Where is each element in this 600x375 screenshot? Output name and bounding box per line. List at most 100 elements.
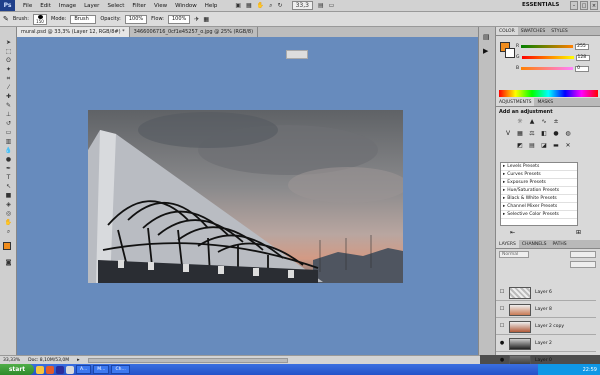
- rotate-view-icon[interactable]: ↻: [278, 2, 283, 9]
- history-panel-icon[interactable]: ▤: [483, 33, 490, 41]
- start-button[interactable]: start: [0, 364, 34, 375]
- tab-channels[interactable]: CHANNELS: [519, 240, 550, 248]
- brush-tool-icon[interactable]: ✎: [3, 15, 9, 23]
- taskbar-button[interactable]: A...: [76, 365, 92, 374]
- pen-tool-icon[interactable]: ✒: [3, 165, 14, 173]
- menu-help[interactable]: Help: [201, 3, 222, 9]
- menu-filter[interactable]: Filter: [128, 3, 150, 9]
- bridge-icon[interactable]: ▣: [235, 2, 241, 9]
- layer-row[interactable]: ☐ Layer 8: [496, 302, 596, 318]
- green-slider[interactable]: [521, 56, 574, 59]
- brush-panel-icon[interactable]: ▦: [203, 16, 209, 23]
- green-value-field[interactable]: 128: [575, 54, 590, 61]
- vibrance-icon[interactable]: V: [504, 130, 512, 138]
- canvas-area[interactable]: [17, 37, 478, 355]
- black-white-icon[interactable]: ◧: [540, 130, 548, 138]
- quick-launch-photoshop-icon[interactable]: [56, 365, 64, 374]
- menu-view[interactable]: View: [150, 3, 171, 9]
- 3d-orbit-tool-icon[interactable]: ◎: [3, 210, 14, 218]
- invert-icon[interactable]: ◩: [516, 142, 524, 150]
- menu-file[interactable]: File: [19, 3, 36, 9]
- menu-image[interactable]: Image: [55, 3, 80, 9]
- posterize-icon[interactable]: ▤: [528, 142, 536, 150]
- eyedropper-tool-icon[interactable]: ⁄: [3, 84, 14, 92]
- threshold-icon[interactable]: ◪: [540, 142, 548, 150]
- layer-row[interactable]: ● Layer 2: [496, 336, 596, 352]
- photo-filter-icon[interactable]: ●: [552, 130, 560, 138]
- list-item[interactable]: ▸ Channel Mixer Presets: [501, 203, 577, 211]
- visibility-toggle[interactable]: ☐: [498, 323, 506, 331]
- minimize-button[interactable]: –: [570, 1, 578, 10]
- tab-color[interactable]: COLOR: [496, 27, 518, 35]
- levels-icon[interactable]: ▲: [528, 118, 536, 126]
- menu-layer[interactable]: Layer: [80, 3, 103, 9]
- mini-bridge-icon[interactable]: ▦: [246, 2, 252, 9]
- list-item[interactable]: ▸ Curves Presets: [501, 171, 577, 179]
- menu-window[interactable]: Window: [171, 3, 201, 9]
- arrange-documents-icon[interactable]: ▤: [318, 2, 324, 9]
- path-selection-tool-icon[interactable]: ↖: [3, 183, 14, 191]
- tab-photo-jpg[interactable]: 3466006716_0cf1e45257_o.jpg @ 25% (RGB/8…: [130, 27, 259, 37]
- hand-tool-icon[interactable]: ✋: [3, 219, 14, 227]
- list-item[interactable]: ▸ Exposure Presets: [501, 179, 577, 187]
- foreground-color-swatch[interactable]: [3, 242, 11, 250]
- red-value-field[interactable]: 255: [575, 43, 590, 50]
- quick-launch-app-icon[interactable]: [66, 365, 74, 374]
- color-panel-background-swatch[interactable]: [505, 48, 515, 58]
- quick-launch-folder-icon[interactable]: [36, 365, 44, 374]
- move-tool-icon[interactable]: ➤: [3, 39, 14, 47]
- visibility-toggle[interactable]: ☐: [498, 306, 506, 314]
- quick-mask-icon[interactable]: ◙: [3, 259, 14, 267]
- exposure-icon[interactable]: ±: [552, 118, 560, 126]
- status-menu-arrow-icon[interactable]: ▸: [77, 357, 80, 363]
- curves-icon[interactable]: ∿: [540, 118, 548, 126]
- zoom-tool-icon[interactable]: ⌕: [269, 2, 272, 10]
- quick-select-tool-icon[interactable]: ✦: [3, 66, 14, 74]
- maximize-button[interactable]: □: [580, 1, 588, 10]
- tab-masks[interactable]: MASKS: [534, 98, 556, 106]
- lasso-tool-icon[interactable]: ʘ: [3, 57, 14, 65]
- zoom-level-field[interactable]: 33,3: [291, 1, 313, 10]
- tab-adjustments[interactable]: ADJUSTMENTS: [496, 98, 535, 106]
- crop-tool-icon[interactable]: ⌗: [3, 75, 14, 83]
- floating-panel[interactable]: [286, 50, 308, 59]
- dodge-tool-icon[interactable]: ●: [3, 156, 14, 164]
- tab-paths[interactable]: PATHS: [549, 240, 569, 248]
- 3d-rotate-tool-icon[interactable]: ◈: [3, 201, 14, 209]
- blend-mode-dropdown[interactable]: Normal: [499, 251, 529, 258]
- tab-styles[interactable]: STYLES: [548, 27, 571, 35]
- brightness-contrast-icon[interactable]: ☼: [516, 118, 524, 126]
- brush-preset-picker[interactable]: 150: [33, 13, 47, 25]
- color-balance-icon[interactable]: ⚖: [528, 130, 536, 138]
- layer-row[interactable]: ☐ Layer 2 copy: [496, 319, 596, 335]
- channel-mixer-icon[interactable]: ◍: [564, 130, 572, 138]
- opacity-field[interactable]: 100%: [124, 14, 148, 24]
- eraser-tool-icon[interactable]: ▭: [3, 129, 14, 137]
- screen-mode-icon[interactable]: ▭: [329, 2, 335, 9]
- gradient-tool-icon[interactable]: ▥: [3, 138, 14, 146]
- color-spectrum-ramp[interactable]: [499, 90, 598, 97]
- list-item[interactable]: ▸ Black & White Presets: [501, 195, 577, 203]
- menu-edit[interactable]: Edit: [36, 3, 55, 9]
- blue-slider[interactable]: [521, 67, 574, 70]
- quick-launch-browser-icon[interactable]: [46, 365, 54, 374]
- blur-tool-icon[interactable]: 💧: [3, 147, 14, 155]
- clone-stamp-tool-icon[interactable]: ⊥: [3, 111, 14, 119]
- flow-field[interactable]: 100%: [168, 14, 191, 24]
- list-item[interactable]: ▸ Selective Color Presets: [501, 211, 577, 219]
- shape-tool-icon[interactable]: ■: [3, 192, 14, 200]
- actions-panel-icon[interactable]: ▶: [483, 47, 488, 55]
- close-button[interactable]: ×: [590, 1, 598, 10]
- blue-value-field[interactable]: 0: [575, 65, 590, 72]
- airbrush-icon[interactable]: ✈: [194, 16, 199, 23]
- eye-icon[interactable]: ●: [498, 340, 506, 348]
- tab-layers[interactable]: LAYERS: [496, 240, 519, 248]
- marquee-tool-icon[interactable]: ⬚: [3, 48, 14, 56]
- status-zoom[interactable]: 33,33%: [3, 358, 20, 363]
- type-tool-icon[interactable]: T: [3, 174, 14, 182]
- red-slider[interactable]: [521, 45, 574, 48]
- hue-saturation-icon[interactable]: ▦: [516, 130, 524, 138]
- list-item[interactable]: ▸ Hue/Saturation Presets: [501, 187, 577, 195]
- tab-swatches[interactable]: SWATCHES: [518, 27, 549, 35]
- healing-brush-tool-icon[interactable]: ✚: [3, 93, 14, 101]
